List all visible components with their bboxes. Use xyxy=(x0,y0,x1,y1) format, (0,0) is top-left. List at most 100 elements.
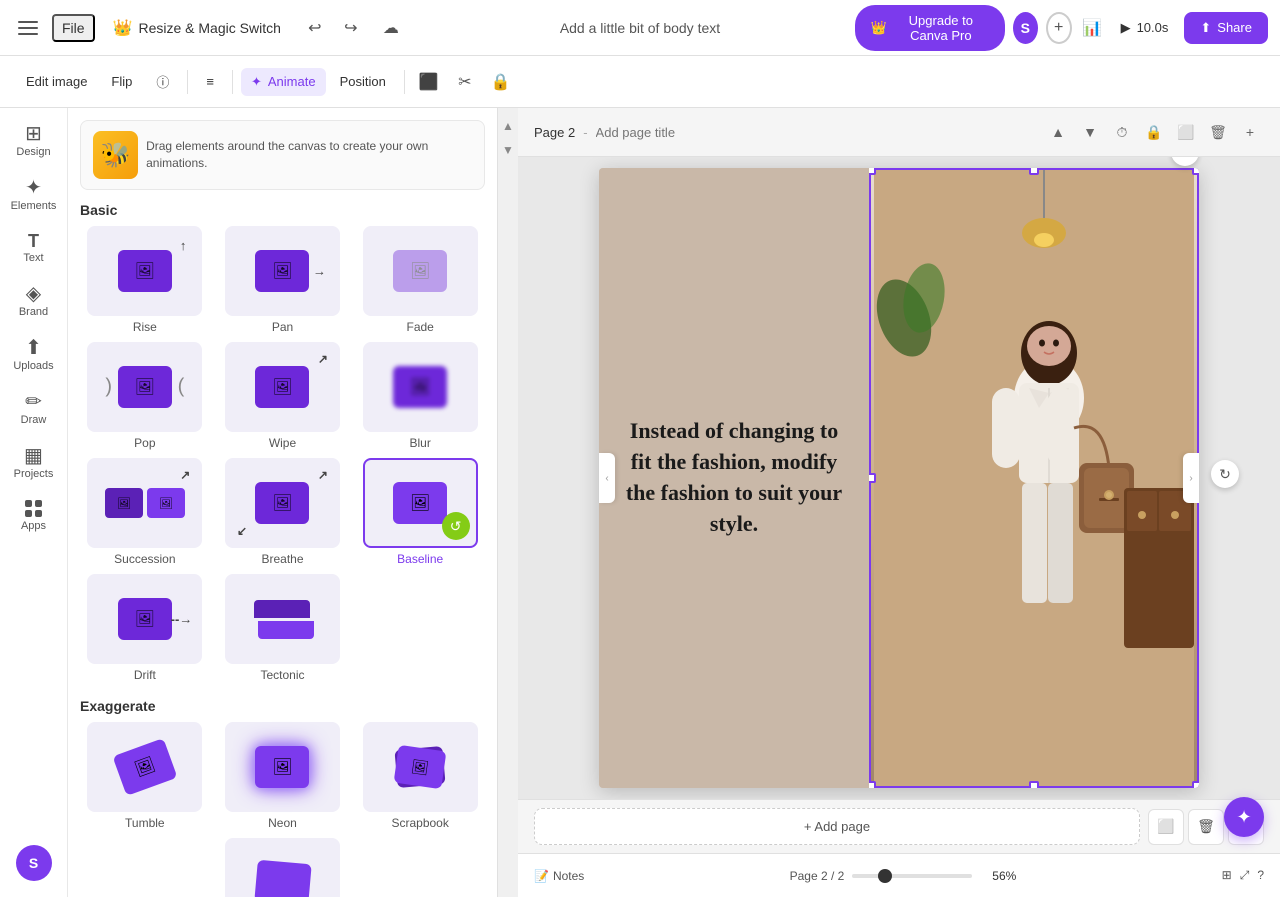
tectonic-bottom-icon xyxy=(258,621,314,639)
sidebar-item-text[interactable]: T Text xyxy=(6,224,62,272)
checkerboard-button[interactable]: ⬛ xyxy=(413,66,445,98)
sidebar-item-elements[interactable]: ✦ Elements xyxy=(6,170,62,220)
animation-pan[interactable]: → Pan xyxy=(218,226,348,334)
animation-wipe[interactable]: ↗ Wipe xyxy=(218,342,348,450)
sidebar-item-projects[interactable]: ▦ Projects xyxy=(6,438,62,488)
sidebar-item-apps[interactable]: Apps xyxy=(6,492,62,540)
extra-thumbnail xyxy=(225,838,340,897)
wipe-thumbnail: ↗ xyxy=(225,342,340,432)
promo-banner: 🐝 Drag elements around the canvas to cre… xyxy=(80,120,485,190)
hamburger-menu[interactable] xyxy=(12,12,44,44)
animation-drift[interactable]: --→ Drift xyxy=(80,574,210,682)
share-button[interactable]: ⬆ Share xyxy=(1184,12,1268,44)
succession-thumbnail: 🖼 🖼 ↗ xyxy=(87,458,202,548)
blur-label: Blur xyxy=(409,436,430,450)
view-controls: ⊞ ⤢ ? xyxy=(1222,868,1264,883)
flip-button[interactable]: Flip xyxy=(101,68,142,95)
upgrade-crown-icon: 👑 xyxy=(871,20,887,36)
share-icon: ⬆ xyxy=(1200,20,1211,36)
animation-pop[interactable]: ) ( Pop xyxy=(80,342,210,450)
swap-button[interactable]: ↻ xyxy=(1211,460,1239,488)
sidebar-label-uploads: Uploads xyxy=(13,360,53,372)
woman-figure-svg xyxy=(874,168,1194,788)
bottom-page-bar: + Add page ⬜ 🗑 ··· xyxy=(518,799,1280,853)
exaggerate-animations-grid: 🖼 Tumble 🖼 Neon xyxy=(80,722,485,830)
canvas-resize-right[interactable]: › xyxy=(1183,453,1199,503)
sidebar-label-text: Text xyxy=(23,252,43,264)
animation-tumble[interactable]: 🖼 Tumble xyxy=(80,722,210,830)
page-bar-icons: ▲ ▼ ⏱ 🔒 ⬜ 🗑 + xyxy=(1044,118,1264,146)
zoom-slider[interactable] xyxy=(852,874,972,878)
add-collaborator-button[interactable]: + xyxy=(1046,12,1072,44)
add-element-button[interactable]: + xyxy=(1171,157,1199,166)
add-page-button[interactable]: + Add page xyxy=(534,808,1140,845)
resize-magic-switch-button[interactable]: 👑 Resize & Magic Switch xyxy=(103,14,291,42)
position-button[interactable]: Position xyxy=(330,68,396,95)
delete-page-button[interactable]: 🗑 xyxy=(1188,809,1224,845)
info-button[interactable]: ⓘ xyxy=(146,66,179,97)
page-title-input[interactable] xyxy=(596,125,772,140)
play-button[interactable]: ▶ 10.0s xyxy=(1113,16,1177,40)
scroll-down-button[interactable]: ▼ xyxy=(498,140,518,160)
breathe-arrow-icon: ↗ xyxy=(318,468,328,482)
topbar: File 👑 Resize & Magic Switch ↩ ↪ ☁ 👑 Upg… xyxy=(0,0,1280,56)
animation-scrapbook[interactable]: 🖼 Scrapbook xyxy=(355,722,485,830)
grid-view-button[interactable]: ⊞ xyxy=(1222,868,1232,883)
duplicate-page-button[interactable]: ⬜ xyxy=(1148,809,1184,845)
notes-button[interactable]: 📝 Notes xyxy=(534,869,584,883)
upgrade-button[interactable]: 👑 Upgrade to Canva Pro xyxy=(855,5,1005,51)
canvas-resize-left[interactable]: ‹ xyxy=(599,453,615,503)
animation-rise[interactable]: ↑ Rise xyxy=(80,226,210,334)
breathe-card-icon xyxy=(255,482,309,524)
animation-baseline[interactable]: 🖼 ↺ Baseline xyxy=(355,458,485,566)
undo-button[interactable]: ↩ xyxy=(299,12,331,44)
animation-breathe[interactable]: ↗ ↙ Breathe xyxy=(218,458,348,566)
magic-button[interactable]: ✦ xyxy=(1224,797,1264,837)
animation-blur[interactable]: 🖼 Blur xyxy=(355,342,485,450)
add-page-top-icon[interactable]: + xyxy=(1236,118,1264,146)
help-button[interactable]: ? xyxy=(1257,868,1264,883)
sidebar-label-projects: Projects xyxy=(14,468,54,480)
animate-button[interactable]: ✦ Animate xyxy=(241,68,326,96)
save-cloud-button[interactable]: ☁ xyxy=(375,12,407,44)
succession-card2-icon: 🖼 xyxy=(147,488,185,518)
baseline-thumbnail: 🖼 ↺ xyxy=(363,458,478,548)
right-controls: ↻ xyxy=(1211,460,1239,496)
avatar[interactable]: S xyxy=(1013,12,1038,44)
document-title-input[interactable] xyxy=(530,20,750,36)
lock-button[interactable]: 🔒 xyxy=(485,66,517,98)
wipe-arrow-icon: ↗ xyxy=(318,352,328,366)
animation-fade[interactable]: 🖼 Fade xyxy=(355,226,485,334)
breathe-label: Breathe xyxy=(261,552,303,566)
chevron-up-icon[interactable]: ▲ xyxy=(1044,118,1072,146)
panel-scroll-area[interactable]: 🐝 Drag elements around the canvas to cre… xyxy=(68,108,497,897)
user-avatar-nav[interactable]: S xyxy=(16,845,52,881)
analytics-button[interactable]: 📊 xyxy=(1080,12,1105,44)
duplicate-page-icon[interactable]: ⬜ xyxy=(1172,118,1200,146)
animation-neon[interactable]: 🖼 Neon xyxy=(218,722,348,830)
chevron-down-icon[interactable]: ▼ xyxy=(1076,118,1104,146)
timer-icon[interactable]: ⏱ xyxy=(1108,118,1136,146)
edit-image-button[interactable]: Edit image xyxy=(16,68,97,95)
clip-button[interactable]: ✂ xyxy=(449,66,481,98)
lock-page-icon[interactable]: 🔒 xyxy=(1140,118,1168,146)
sidebar-item-design[interactable]: ⊞ Design xyxy=(6,116,62,166)
scroll-up-button[interactable]: ▲ xyxy=(498,116,518,136)
sidebar-item-brand[interactable]: ◈ Brand xyxy=(6,276,62,326)
canvas-viewport[interactable]: Instead of changing to fit the fashion, … xyxy=(518,157,1280,799)
animation-tectonic[interactable]: Tectonic xyxy=(218,574,348,682)
undo-redo-group: ↩ ↪ xyxy=(299,12,367,44)
redo-button[interactable]: ↪ xyxy=(335,12,367,44)
animation-succession[interactable]: 🖼 🖼 ↗ Succession xyxy=(80,458,210,566)
sidebar-item-draw[interactable]: ✏ Draw xyxy=(6,384,62,434)
basic-animations-grid: ↑ Rise → Pan xyxy=(80,226,485,566)
animation-extra[interactable] xyxy=(80,838,485,897)
promo-image: 🐝 xyxy=(93,131,138,179)
file-button[interactable]: File xyxy=(52,14,95,42)
canvas-area: Page 2 - ▲ ▼ ⏱ 🔒 ⬜ 🗑 + Instead of changi xyxy=(518,108,1280,897)
lines-button[interactable]: ≡ xyxy=(196,68,224,95)
sidebar-item-uploads[interactable]: ⬆ Uploads xyxy=(6,330,62,380)
fullscreen-button[interactable]: ⤢ xyxy=(1240,868,1250,883)
delete-page-icon[interactable]: 🗑 xyxy=(1204,118,1232,146)
play-icon: ▶ xyxy=(1121,20,1131,36)
